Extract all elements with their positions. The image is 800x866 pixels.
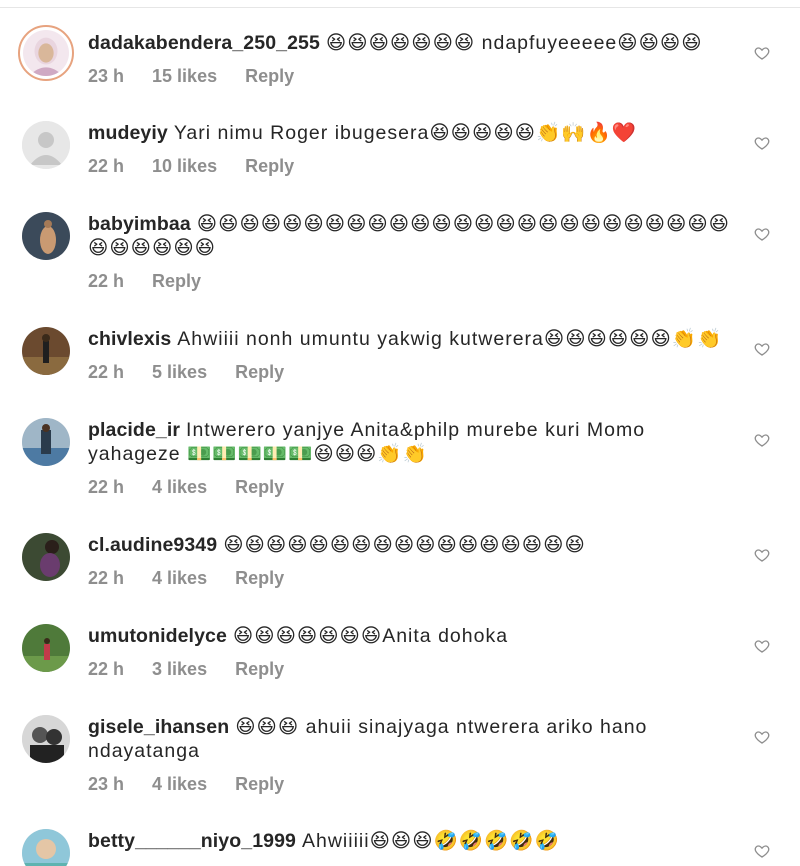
avatar[interactable]: [22, 533, 70, 581]
reply-button[interactable]: Reply: [152, 271, 201, 291]
comment-message: 😆😆😆😆😆😆😆Anita dohoka: [232, 625, 509, 647]
comment-username[interactable]: betty______niyo_1999: [88, 830, 296, 852]
comment-text: chivlexis Ahwiiii nonh umuntu yakwig kutw…: [88, 327, 733, 351]
comment-meta: 22 h 10 likes Reply: [88, 156, 733, 178]
comment-item: betty______niyo_1999 Ahwiiiii😆😆😆🤣🤣🤣🤣🤣: [0, 829, 800, 866]
comment-body: betty______niyo_1999 Ahwiiiii😆😆😆🤣🤣🤣🤣🤣: [88, 829, 733, 853]
comment-time: 22 h: [88, 477, 125, 497]
comment-meta: 23 h 15 likes Reply: [88, 66, 733, 88]
comment-time: 22 h: [88, 659, 125, 679]
comment-username[interactable]: mudeyiy: [88, 122, 168, 144]
heart-outline-icon[interactable]: [754, 135, 770, 151]
comment-likes[interactable]: 4 likes: [152, 568, 207, 588]
comment-body: umutonidelyce 😆😆😆😆😆😆😆Anita dohoka 22 h 3 l…: [88, 624, 733, 681]
heart-outline-icon[interactable]: [754, 547, 770, 563]
comment-likes[interactable]: 4 likes: [152, 477, 207, 497]
comment-username[interactable]: babyimbaa: [88, 213, 191, 235]
avatar[interactable]: [22, 624, 70, 672]
comment-message: Yari nimu Roger ibugesera😆😆😆😆😆👏🙌🔥❤️: [173, 122, 638, 144]
avatar[interactable]: [18, 25, 74, 81]
comment-body: babyimbaa 😆😆😆😆😆😆😆😆😆😆😆😆😆😆😆😆😆😆😆😆😆😆😆😆😆😆😆😆😆😆😆…: [88, 212, 733, 293]
avatar[interactable]: [22, 212, 70, 260]
heart-outline-icon[interactable]: [754, 638, 770, 654]
heart-outline-icon[interactable]: [754, 432, 770, 448]
comment-body: dadakabendera_250_255 😆😆😆😆😆😆😆 ndapfuyeeee…: [88, 31, 733, 88]
comment-text: placide_ir Intwerero yanjye Anita&philp m…: [88, 418, 733, 466]
comment-time: 22 h: [88, 568, 125, 588]
comment-meta: 22 h 4 likes Reply: [88, 477, 733, 499]
comment-body: gisele_ihansen 😆😆😆 ahuii sinajyaga ntwere…: [88, 715, 733, 796]
comment-time: 23 h: [88, 66, 125, 86]
comment-text: babyimbaa 😆😆😆😆😆😆😆😆😆😆😆😆😆😆😆😆😆😆😆😆😆😆😆😆😆😆😆😆😆😆😆: [88, 212, 733, 260]
reply-button[interactable]: Reply: [235, 659, 284, 679]
heart-outline-icon[interactable]: [754, 843, 770, 859]
comment-meta: 22 h 5 likes Reply: [88, 362, 733, 384]
comment-username[interactable]: umutonidelyce: [88, 625, 227, 647]
comment-text: dadakabendera_250_255 😆😆😆😆😆😆😆 ndapfuyeeee…: [88, 31, 733, 55]
reply-button[interactable]: Reply: [245, 66, 294, 86]
comment-username[interactable]: cl.audine9349: [88, 534, 217, 556]
avatar[interactable]: [22, 418, 70, 466]
comment-body: mudeyiy Yari nimu Roger ibugesera😆😆😆😆😆👏🙌🔥…: [88, 121, 733, 178]
comment-likes[interactable]: 15 likes: [152, 66, 217, 86]
comment-time: 22 h: [88, 362, 125, 382]
comment-body: cl.audine9349 😆😆😆😆😆😆😆😆😆😆😆😆😆😆😆😆😆 22 h 4 lik…: [88, 533, 733, 590]
comment-message: Ahwiiiii😆😆😆🤣🤣🤣🤣🤣: [301, 830, 560, 852]
comment-likes[interactable]: 4 likes: [152, 774, 207, 794]
avatar[interactable]: [22, 327, 70, 375]
reply-button[interactable]: Reply: [235, 362, 284, 382]
avatar[interactable]: [22, 715, 70, 763]
comment-meta: 22 h 4 likes Reply: [88, 568, 733, 590]
top-divider: [0, 7, 800, 8]
reply-button[interactable]: Reply: [235, 477, 284, 497]
comment-username[interactable]: dadakabendera_250_255: [88, 32, 320, 54]
comment-username[interactable]: placide_ir: [88, 419, 180, 441]
comment-message: 😆😆😆😆😆😆😆😆😆😆😆😆😆😆😆😆😆: [223, 534, 586, 556]
comment-meta: 23 h 4 likes Reply: [88, 774, 733, 796]
comment-meta: 22 h Reply: [88, 271, 733, 293]
comment-message: 😆😆😆😆😆😆😆 ndapfuyeeeee😆😆😆😆: [325, 32, 703, 54]
avatar[interactable]: [22, 121, 70, 169]
reply-button[interactable]: Reply: [235, 568, 284, 588]
comment-time: 23 h: [88, 774, 125, 794]
comment-likes[interactable]: 5 likes: [152, 362, 207, 382]
comment-time: 22 h: [88, 156, 125, 176]
comment-likes[interactable]: 3 likes: [152, 659, 207, 679]
comment-username[interactable]: chivlexis: [88, 328, 171, 350]
comment-body: chivlexis Ahwiiii nonh umuntu yakwig kutw…: [88, 327, 733, 384]
comment-username[interactable]: gisele_ihansen: [88, 716, 229, 738]
heart-outline-icon[interactable]: [754, 729, 770, 745]
comment-text: umutonidelyce 😆😆😆😆😆😆😆Anita dohoka: [88, 624, 733, 648]
reply-button[interactable]: Reply: [245, 156, 294, 176]
comment-body: placide_ir Intwerero yanjye Anita&philp m…: [88, 418, 733, 499]
comment-text: gisele_ihansen 😆😆😆 ahuii sinajyaga ntwere…: [88, 715, 733, 763]
comment-text: betty______niyo_1999 Ahwiiiii😆😆😆🤣🤣🤣🤣🤣: [88, 829, 733, 853]
heart-outline-icon[interactable]: [754, 341, 770, 357]
heart-outline-icon[interactable]: [754, 45, 770, 61]
comment-message: Ahwiiii nonh umuntu yakwig kutwerera😆😆😆😆…: [177, 328, 723, 350]
comment-text: cl.audine9349 😆😆😆😆😆😆😆😆😆😆😆😆😆😆😆😆😆: [88, 533, 733, 557]
comment-time: 22 h: [88, 271, 125, 291]
heart-outline-icon[interactable]: [754, 226, 770, 242]
comment-likes[interactable]: 10 likes: [152, 156, 217, 176]
comment-meta: 22 h 3 likes Reply: [88, 659, 733, 681]
avatar[interactable]: [22, 829, 70, 866]
reply-button[interactable]: Reply: [235, 774, 284, 794]
comment-text: mudeyiy Yari nimu Roger ibugesera😆😆😆😆😆👏🙌🔥…: [88, 121, 733, 145]
